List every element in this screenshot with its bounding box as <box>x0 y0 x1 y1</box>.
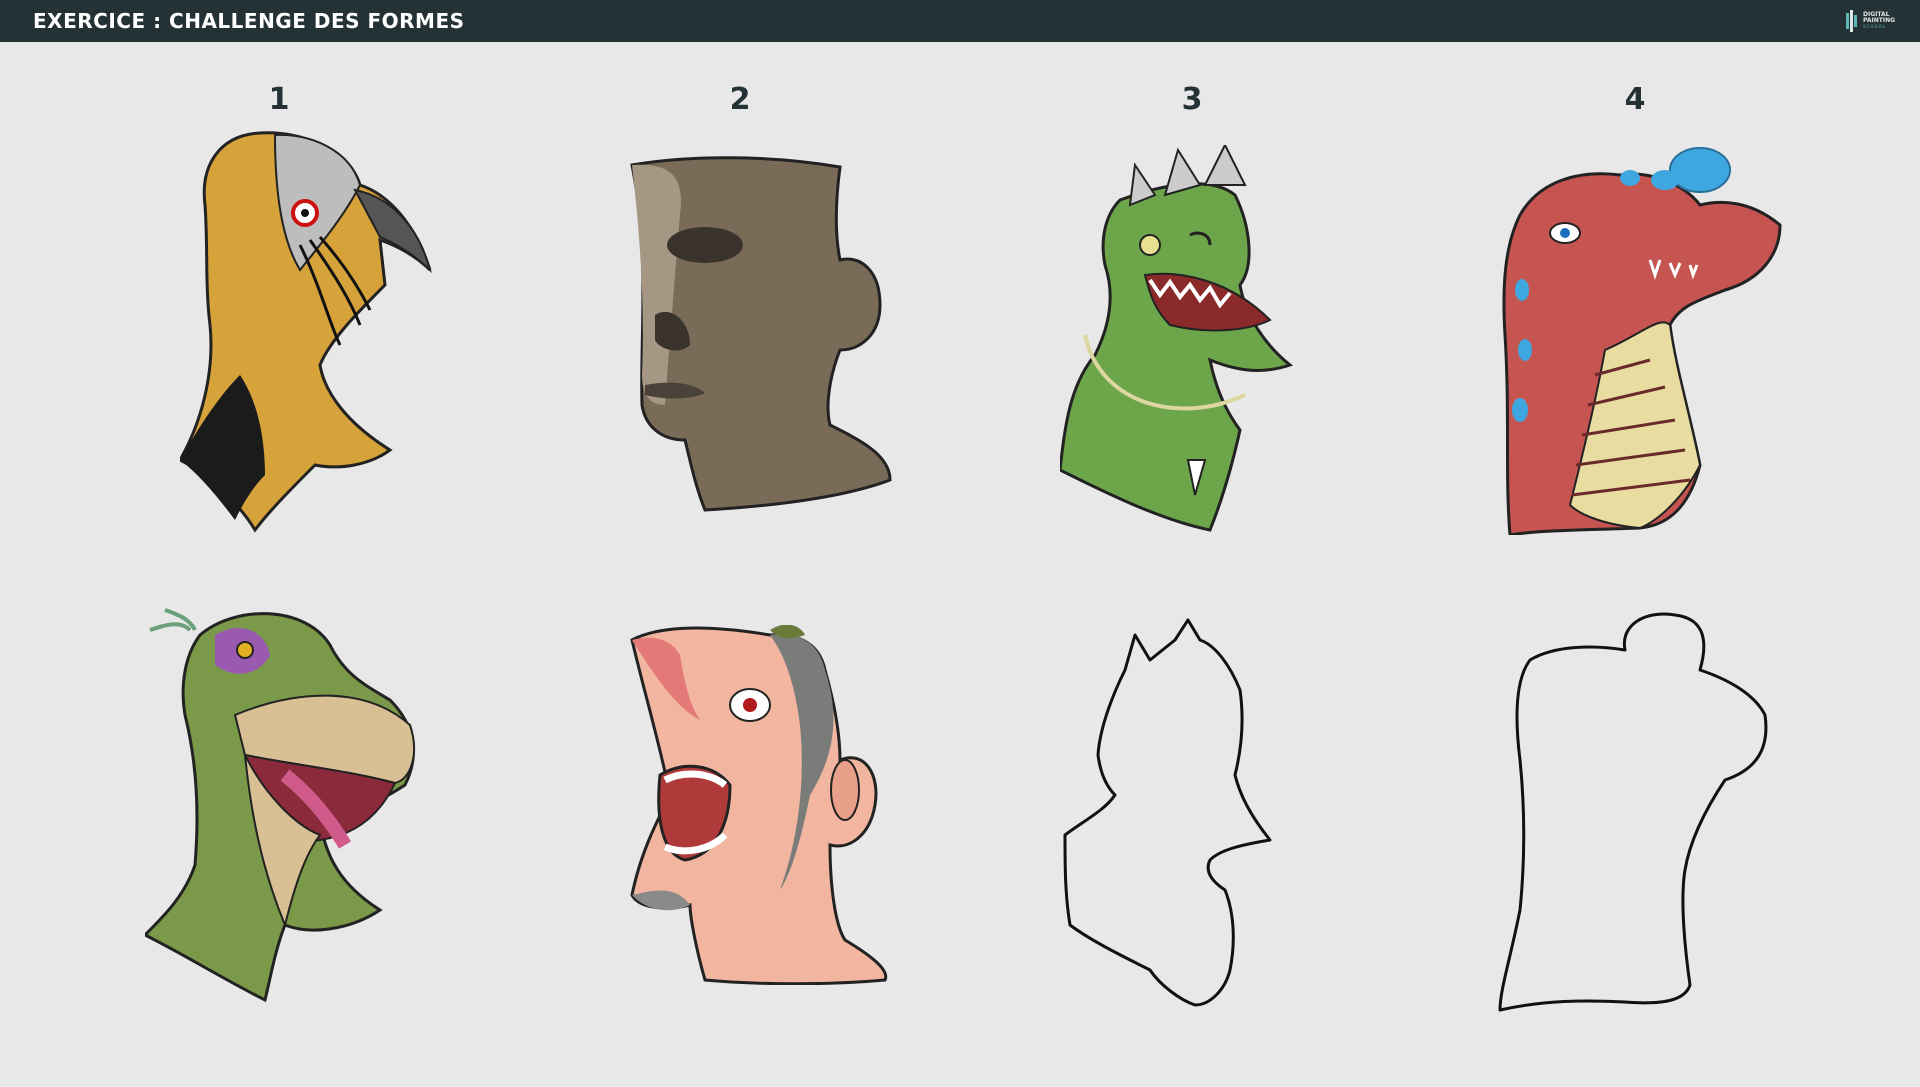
dinosaur-sketch-green <box>1060 145 1294 532</box>
bird-lizard-painting <box>145 608 415 1003</box>
moai-head-sketch <box>630 156 892 512</box>
column-number-1: 1 <box>268 82 290 117</box>
shape-outline-4 <box>1498 612 1768 1012</box>
page-title: EXERCICE : CHALLENGE DES FORMES <box>33 9 465 33</box>
dinosaur-sketch-red <box>1502 147 1782 535</box>
vulture-head-sketch <box>180 131 432 533</box>
header-bar: EXERCICE : CHALLENGE DES FORMES DIGITAL … <box>0 0 1920 42</box>
logo-icon <box>1846 10 1857 32</box>
column-number-3: 3 <box>1181 82 1203 117</box>
shape-outline-3 <box>1063 618 1272 1007</box>
logo-text-3: SCHOOL <box>1863 24 1886 29</box>
column-number-4: 4 <box>1624 82 1646 117</box>
school-logo: DIGITAL PAINTING SCHOOL <box>1845 8 1905 34</box>
column-number-2: 2 <box>729 82 751 117</box>
screaming-man-painting <box>630 625 888 985</box>
